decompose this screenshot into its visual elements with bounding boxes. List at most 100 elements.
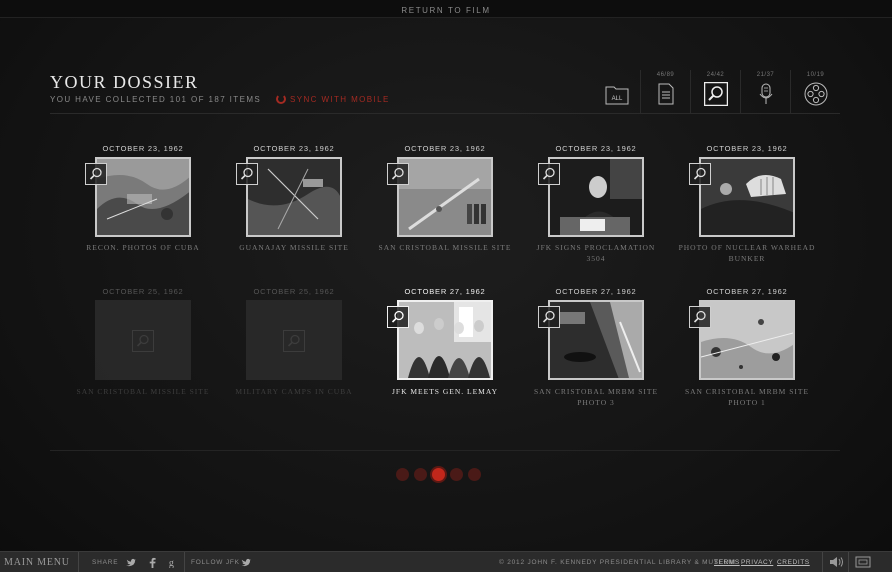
item-date: OCTOBER 23, 1962: [102, 144, 184, 153]
sync-with-mobile-button[interactable]: SYNC WITH MOBILE: [276, 94, 390, 104]
item-caption: GUANAJAY MISSILE SITE: [239, 243, 349, 252]
jfk-signs-photo-image: [550, 159, 642, 235]
filter-photos[interactable]: 24/42: [690, 70, 740, 114]
page-dot[interactable]: [396, 468, 409, 481]
facebook-icon[interactable]: [147, 557, 158, 568]
page-dot[interactable]: [450, 468, 463, 481]
filter-all[interactable]: ALL: [592, 70, 642, 114]
locked-zoom-icon: [132, 330, 154, 352]
zoom-button[interactable]: [85, 163, 107, 185]
page-dot-current[interactable]: [432, 468, 445, 481]
magnifier-icon: [391, 310, 404, 323]
pagination: [396, 468, 481, 482]
magnifier-icon: [704, 82, 728, 106]
twitter-icon[interactable]: [240, 557, 251, 568]
magnifier-icon: [136, 334, 149, 347]
item-date: OCTOBER 23, 1962: [404, 144, 486, 153]
filter-documents-count: 46/89: [656, 72, 675, 78]
item-caption: RECON. PHOTOS OF CUBA: [86, 243, 200, 252]
magnifier-icon: [542, 167, 555, 180]
page-dot[interactable]: [414, 468, 427, 481]
item-date: OCTOBER 23, 1962: [706, 144, 788, 153]
zoom-button[interactable]: [538, 163, 560, 185]
filter-film-count: 10/19: [806, 72, 825, 78]
mrbm-1-photo-image: [701, 302, 793, 378]
twitter-icon[interactable]: [125, 557, 136, 568]
zoom-button[interactable]: [689, 306, 711, 328]
mrbm-3-photo-image: [550, 302, 642, 378]
jfk-lemay-photo-image: [399, 302, 491, 378]
magnifier-icon: [693, 167, 706, 180]
footer-divider: [848, 552, 849, 572]
item-date: OCTOBER 23, 1962: [253, 144, 335, 153]
item-photo-mrbm-3[interactable]: [548, 300, 644, 380]
credits-link[interactable]: CREDITS: [777, 552, 810, 572]
zoom-button[interactable]: [689, 163, 711, 185]
folder-icon: ALL: [605, 86, 629, 105]
main-menu-button[interactable]: MAIN MENU: [4, 552, 70, 572]
fullscreen-icon[interactable]: [855, 555, 871, 569]
collection-count: YOU HAVE COLLECTED 101 OF 187 ITEMS: [50, 95, 262, 104]
filter-audio[interactable]: 21/37: [740, 70, 790, 114]
item-photo-warhead-bunker[interactable]: [699, 157, 795, 237]
svg-text:g: g: [169, 558, 174, 568]
sync-label: SYNC WITH MOBILE: [290, 94, 390, 104]
footer-bar: MAIN MENU SHARE g FOLLOW JFK © 2012 JOHN…: [0, 551, 892, 572]
item-date: OCTOBER 25, 1962: [102, 287, 184, 296]
item-caption: SAN CRISTOBAL MRBM SITE PHOTO 1: [684, 387, 810, 407]
magnifier-icon: [240, 167, 253, 180]
page-dot[interactable]: [468, 468, 481, 481]
item-photo-recon-cuba[interactable]: [95, 157, 191, 237]
item-caption: SAN CRISTOBAL MISSILE SITE: [378, 243, 512, 252]
terms-link[interactable]: TERMS: [714, 552, 740, 572]
item-caption: PHOTO OF NUCLEAR WARHEAD BUNKER: [678, 243, 816, 263]
share-label: SHARE: [92, 559, 119, 566]
recon-photo-image: [97, 159, 189, 235]
item-photo-san-cristobal[interactable]: [397, 157, 493, 237]
item-caption: SAN CRISTOBAL MISSILE SITE: [76, 387, 210, 396]
zoom-button[interactable]: [387, 306, 409, 328]
item-date: OCTOBER 23, 1962: [555, 144, 637, 153]
footer-divider: [822, 552, 823, 572]
google-plus-icon[interactable]: g: [167, 557, 178, 568]
magnifier-icon: [287, 334, 300, 347]
filter-documents[interactable]: 46/89: [640, 70, 690, 114]
item-photo-mrbm-1[interactable]: [699, 300, 795, 380]
item-date: OCTOBER 25, 1962: [253, 287, 335, 296]
item-caption: MILITARY CAMPS IN CUBA: [235, 387, 353, 396]
item-caption: JFK SIGNS PROCLAMATION 3504: [536, 243, 656, 263]
header-divider: [50, 113, 840, 114]
locked-zoom-icon: [283, 330, 305, 352]
item-caption: SAN CRISTOBAL MRBM SITE PHOTO 3: [533, 387, 659, 407]
item-date: OCTOBER 27, 1962: [555, 287, 637, 296]
top-bar: RETURN TO FILM: [0, 0, 892, 18]
return-to-film-link[interactable]: RETURN TO FILM: [401, 6, 490, 15]
zoom-button[interactable]: [236, 163, 258, 185]
item-caption: JFK MEETS GEN. LEMAY: [392, 387, 498, 396]
magnifier-icon: [693, 310, 706, 323]
content-divider: [50, 450, 840, 451]
guanajay-photo-image: [248, 159, 340, 235]
san-cristobal-photo-image: [399, 159, 491, 235]
document-icon: [658, 83, 674, 105]
follow-label: FOLLOW JFK: [191, 559, 240, 566]
zoom-button[interactable]: [387, 163, 409, 185]
copyright-text: © 2012 JOHN F. KENNEDY PRESIDENTIAL LIBR…: [499, 559, 736, 566]
zoom-button[interactable]: [538, 306, 560, 328]
sync-icon: [276, 94, 286, 104]
privacy-link[interactable]: PRIVACY: [741, 552, 773, 572]
item-photo-guanajay[interactable]: [246, 157, 342, 237]
footer-divider: [78, 552, 79, 572]
item-photo-jfk-signs[interactable]: [548, 157, 644, 237]
magnifier-icon: [391, 167, 404, 180]
filter-audio-count: 21/37: [756, 72, 775, 78]
filter-film[interactable]: 10/19: [790, 70, 840, 114]
item-photo-jfk-lemay[interactable]: [397, 300, 493, 380]
magnifier-icon: [542, 310, 555, 323]
sound-icon[interactable]: [828, 555, 844, 569]
warhead-bunker-photo-image: [701, 159, 793, 235]
item-date: OCTOBER 27, 1962: [706, 287, 788, 296]
filter-all-label: ALL: [612, 96, 623, 102]
microphone-icon: [759, 83, 773, 104]
item-date: OCTOBER 27, 1962: [404, 287, 486, 296]
